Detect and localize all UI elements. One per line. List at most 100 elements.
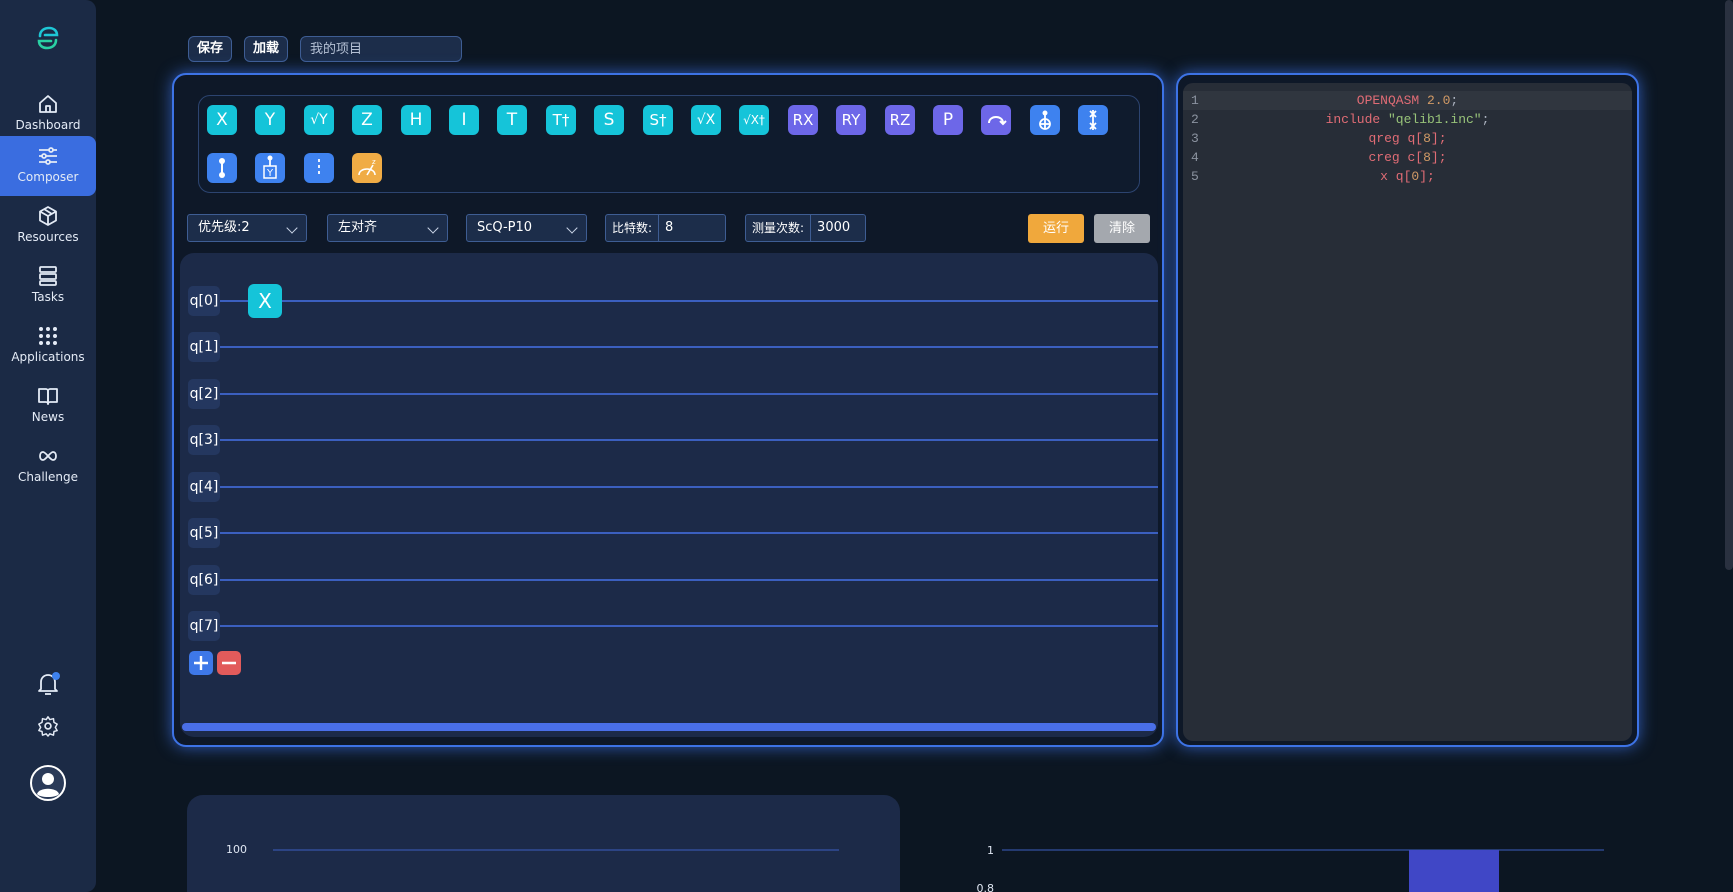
gate-ry[interactable]: RY [836, 105, 866, 135]
code-keyword: x [1380, 169, 1388, 184]
sidebar-item-resources[interactable]: Resources [0, 196, 96, 256]
qubit-count-label: 比特数: [606, 215, 660, 241]
load-button[interactable]: 加载 [244, 36, 289, 62]
horizontal-scrollbar[interactable] [182, 723, 1156, 731]
cnot-icon[interactable] [1030, 105, 1060, 135]
sidebar-item-tasks[interactable]: Tasks [0, 256, 96, 316]
y-tick-label: 0.8 [977, 882, 995, 892]
bell-icon [38, 672, 60, 695]
sidebar-item-label: Composer [17, 170, 79, 184]
code-keyword: include [1325, 112, 1381, 127]
svg-text:z: z [372, 158, 376, 166]
gate-i[interactable]: I [449, 105, 479, 135]
control-dot-icon[interactable] [207, 153, 237, 183]
code-ident: c[ [1407, 150, 1424, 165]
device-select[interactable]: ScQ-P10 [466, 214, 587, 242]
page-scrollbar[interactable] [1725, 0, 1733, 570]
add-qubit-button[interactable] [189, 651, 213, 675]
qubit-wire [218, 625, 1158, 627]
remove-qubit-button[interactable] [217, 651, 241, 675]
swap-icon[interactable] [1078, 105, 1108, 135]
code-line: 2 include "qelib1.inc"; [1183, 110, 1632, 129]
sidebar-item-composer[interactable]: Composer [0, 136, 96, 196]
barrier-icon[interactable] [304, 153, 334, 183]
avatar[interactable] [0, 764, 96, 806]
settings-button[interactable] [0, 715, 96, 741]
gate-x[interactable]: X [207, 105, 237, 135]
sidebar-item-news[interactable]: News [0, 376, 96, 436]
shots-field[interactable]: 测量次数: 3000 [745, 214, 866, 242]
run-button[interactable]: 运行 [1028, 214, 1084, 243]
qubit-wire [218, 532, 1158, 534]
gate-p[interactable]: P [933, 105, 963, 135]
y-tick-label: 100 [226, 843, 247, 856]
sidebar-item-dashboard[interactable]: Dashboard [0, 84, 96, 144]
gate-sqrt-y[interactable]: √Y [304, 105, 334, 135]
sidebar-item-label: Challenge [18, 470, 78, 484]
shots-value[interactable]: 3000 [811, 215, 856, 241]
code-number: 8 [1423, 150, 1431, 165]
project-name-input[interactable] [300, 36, 462, 62]
clear-button[interactable]: 清除 [1094, 214, 1150, 243]
code-keyword: qreg [1368, 131, 1400, 146]
gate-h[interactable]: H [401, 105, 431, 135]
gate-rx[interactable]: RX [788, 105, 818, 135]
code-punct: ]; [1419, 169, 1435, 184]
qubit-label: q[0] [188, 286, 220, 316]
gate-sqrt-x-dagger[interactable]: √X† [739, 105, 769, 135]
plus-icon [194, 656, 208, 670]
measure-icon[interactable]: z [352, 153, 382, 183]
composer-panel: X Y √Y Z H I T T† S S† √X √X† RX RY RZ P… [172, 73, 1164, 747]
code-ident: q[ [1395, 169, 1412, 184]
stack-icon [39, 266, 57, 286]
sidebar-item-applications[interactable]: Applications [0, 316, 96, 376]
minus-icon [222, 661, 236, 665]
qubit-wire [218, 486, 1158, 488]
svg-text:Y: Y [266, 168, 274, 179]
qubit-wire [218, 300, 1158, 302]
code-keyword: creg [1368, 150, 1400, 165]
qubit-label: q[6] [188, 565, 220, 595]
gate-sqrt-x[interactable]: √X [691, 105, 721, 135]
save-button[interactable]: 保存 [188, 36, 233, 62]
gate-s[interactable]: S [594, 105, 624, 135]
sidebar-item-label: Resources [17, 230, 79, 244]
swap-arc-icon[interactable] [981, 105, 1011, 135]
controlled-y-icon[interactable]: Y [255, 153, 285, 183]
qasm-editor[interactable]: 1 OPENQASM 2.0; 2 include "qelib1.inc"; … [1183, 83, 1632, 741]
chevron-down-icon [286, 222, 298, 234]
qubit-wire [218, 579, 1158, 581]
gate-s-dagger[interactable]: S† [643, 105, 673, 135]
align-select[interactable]: 左对齐 [327, 214, 448, 242]
gate-rz[interactable]: RZ [885, 105, 915, 135]
notification-bell[interactable] [0, 670, 96, 702]
code-line: 5 x q[0]; [1183, 167, 1632, 186]
code-punct: ; [1450, 93, 1459, 108]
sidebar-item-challenge[interactable]: Challenge [0, 436, 96, 496]
gate-t[interactable]: T [497, 105, 527, 135]
priority-value: 优先级:2 [198, 220, 250, 235]
code-punct: ; [1481, 112, 1490, 127]
code-string: "qelib1.inc" [1387, 112, 1482, 127]
chart-1-svg: 100 [226, 843, 839, 856]
placed-gate-x[interactable]: X [248, 284, 282, 318]
sidebar-item-label: Dashboard [15, 118, 81, 132]
code-line: 4 creg c[8]; [1183, 148, 1632, 167]
code-number: 8 [1423, 131, 1431, 146]
gate-z[interactable]: Z [352, 105, 382, 135]
chevron-down-icon [427, 222, 439, 234]
circuit-canvas[interactable]: q[0] q[1] q[2] q[3] q[4] q[5] q[6] q[7] … [180, 253, 1158, 737]
y-tick-label: 1 [987, 844, 994, 857]
priority-select[interactable]: 优先级:2 [187, 214, 307, 242]
qubit-count-field[interactable]: 比特数: 8 [605, 214, 726, 242]
gate-y[interactable]: Y [255, 105, 285, 135]
chevron-down-icon [566, 222, 578, 234]
code-line: 3 qreg q[8]; [1183, 129, 1632, 148]
logo-icon[interactable] [34, 24, 62, 52]
gate-t-dagger[interactable]: T† [546, 105, 576, 135]
shots-label: 测量次数: [746, 215, 812, 241]
qubit-count-value[interactable]: 8 [659, 215, 679, 241]
sidebar-item-label: Tasks [31, 290, 65, 304]
code-number: 2.0 [1427, 93, 1451, 108]
code-keyword: OPENQASM [1356, 93, 1420, 108]
